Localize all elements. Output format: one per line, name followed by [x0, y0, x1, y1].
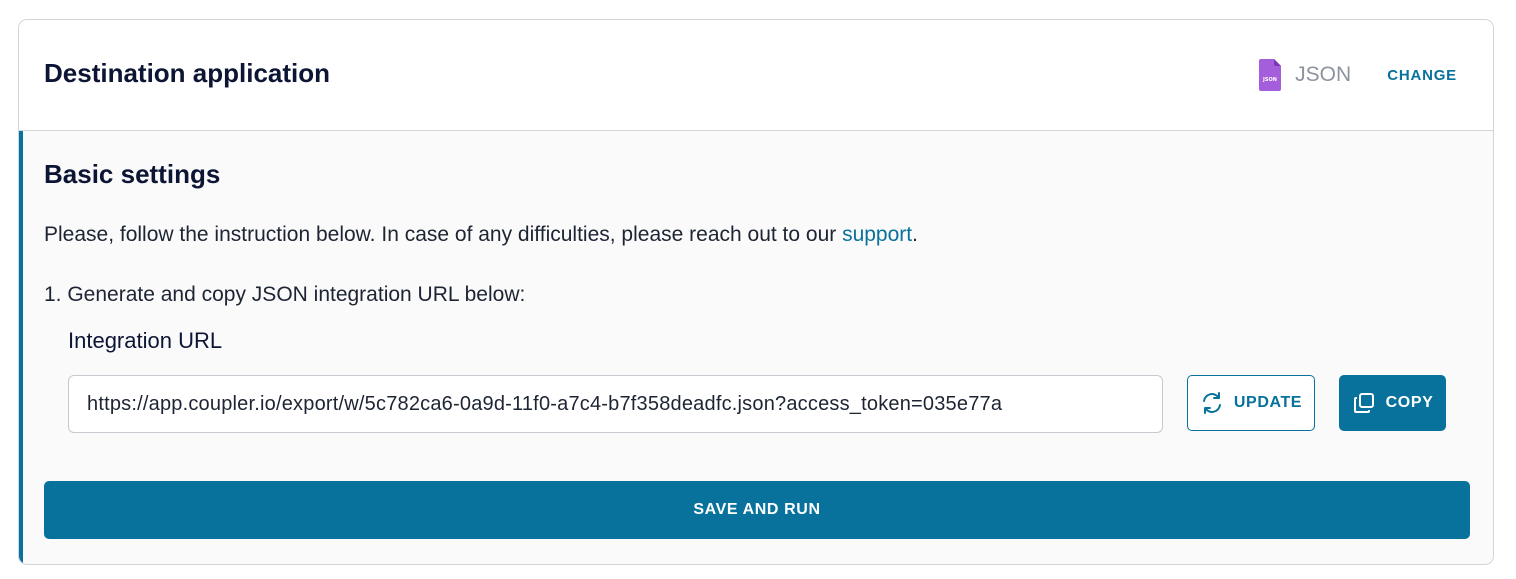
support-link[interactable]: support: [842, 223, 912, 246]
destination-summary: JSON JSON CHANGE: [1259, 59, 1457, 91]
save-and-run-label: SAVE AND RUN: [693, 501, 821, 518]
card-header: Destination application JSON JSON CHANGE: [19, 20, 1493, 131]
copy-button-label: COPY: [1385, 394, 1434, 411]
instruction-text-end: .: [912, 223, 918, 246]
integration-url-field[interactable]: [68, 375, 1163, 433]
json-file-icon: JSON: [1259, 59, 1282, 91]
json-icon-text: JSON: [1262, 77, 1277, 83]
step-1-text: 1. Generate and copy JSON integration UR…: [44, 283, 526, 306]
copy-icon: [1353, 393, 1374, 413]
instruction-text: Please, follow the instruction below. In…: [44, 223, 918, 247]
instruction-text-body: Please, follow the instruction below. In…: [44, 223, 843, 246]
update-button[interactable]: UPDATE: [1187, 375, 1315, 431]
destination-card: Destination application JSON JSON CHANGE…: [18, 19, 1494, 565]
basic-settings-section: Basic settings Please, follow the instru…: [19, 131, 1493, 564]
save-and-run-button[interactable]: SAVE AND RUN: [44, 481, 1470, 539]
integration-url-label: Integration URL: [68, 328, 223, 353]
update-button-label: UPDATE: [1233, 394, 1303, 411]
change-destination-button[interactable]: CHANGE: [1387, 67, 1457, 84]
refresh-icon: [1202, 392, 1221, 414]
integration-url-input[interactable]: [87, 392, 1162, 416]
page-title: Destination application: [44, 58, 331, 88]
destination-name: JSON: [1295, 63, 1352, 86]
section-title: Basic settings: [44, 159, 221, 189]
copy-button[interactable]: COPY: [1339, 375, 1446, 431]
